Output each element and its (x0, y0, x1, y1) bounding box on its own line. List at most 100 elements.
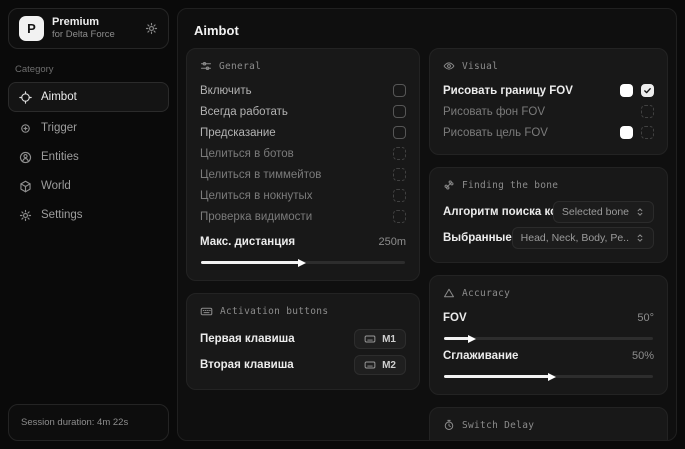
draw-fov-target-label: Рисовать цель FOV (443, 127, 548, 139)
bones-header-label: Finding the bone (462, 180, 558, 191)
keyboard-icon (364, 333, 376, 345)
keyboard-icon (200, 305, 213, 318)
app-name: Premium (52, 16, 137, 29)
max-distance-value: 250m (378, 236, 406, 248)
sidebar-item-settings[interactable]: Settings (8, 201, 169, 229)
draw-fov-target-checkbox[interactable] (641, 126, 654, 139)
sidebar-item-entities[interactable]: Entities (8, 143, 169, 171)
sidebar: P Premium for Delta Force Category Aimbo… (0, 0, 177, 449)
first-key-label: Первая клавиша (200, 333, 295, 345)
switch-delay-toggle-row: Задержка переключения (443, 439, 654, 441)
visual-card: Visual Рисовать границу FOV Рисоват (429, 48, 668, 155)
check-icon (643, 86, 652, 95)
setting-row-always-work: Всегда работать (200, 101, 406, 122)
selected-bones-row: Выбранные кос Head, Neck, Body, Pe.. (443, 225, 654, 251)
triangle-icon (443, 287, 455, 299)
world-icon (19, 180, 32, 193)
fov-slider[interactable] (444, 337, 653, 340)
smoothing-block: Сглаживание 50% (443, 345, 654, 378)
selected-bones-dropdown[interactable]: Head, Neck, Body, Pe.. (512, 227, 654, 249)
accuracy-header: Accuracy (443, 287, 654, 299)
sidebar-item-label: World (41, 180, 71, 192)
target-teammates-checkbox[interactable] (393, 168, 406, 181)
activation-header-label: Activation buttons (220, 306, 328, 317)
gear-icon[interactable] (145, 22, 158, 35)
switch-delay-card: Switch Delay Задержка переключения Задер… (429, 407, 668, 441)
smoothing-row: Сглаживание 50% (443, 345, 654, 366)
draw-fov-border-row: Рисовать границу FOV (443, 80, 654, 101)
general-card: General Включить Всегда работать Предска… (186, 48, 420, 281)
crosshair-icon (19, 91, 32, 104)
stopwatch-icon (443, 419, 455, 431)
fov-block: FOV 50° (443, 307, 654, 340)
fov-value: 50° (637, 312, 654, 324)
main-panel: Aimbot General Включить (177, 8, 677, 441)
sidebar-item-trigger[interactable]: Trigger (8, 114, 169, 142)
max-distance-block: Макс. дистанция 250m (200, 231, 406, 264)
setting-row-target-knocked: Целиться в нокнутых (200, 185, 406, 206)
target-bots-checkbox[interactable] (393, 147, 406, 160)
draw-fov-background-label: Рисовать фон FOV (443, 106, 545, 118)
bones-card: Finding the bone Алгоритм поиска кост Se… (429, 167, 668, 263)
max-distance-row: Макс. дистанция 250m (200, 231, 406, 252)
setting-row-enable: Включить (200, 80, 406, 101)
sidebar-item-label: Trigger (41, 122, 77, 134)
sidebar-item-world[interactable]: World (8, 172, 169, 200)
max-distance-slider[interactable] (201, 261, 405, 264)
setting-label: Включить (200, 85, 252, 97)
target-knocked-checkbox[interactable] (393, 189, 406, 202)
smoothing-value: 50% (632, 350, 654, 362)
eye-icon (443, 60, 455, 72)
app-logo: P (19, 16, 44, 41)
slider-fill (444, 375, 549, 378)
draw-fov-border-checkbox[interactable] (641, 84, 654, 97)
slider-fill (444, 337, 469, 340)
visibility-check-checkbox[interactable] (393, 210, 406, 223)
draw-fov-target-row: Рисовать цель FOV (443, 122, 654, 143)
always-work-checkbox[interactable] (393, 105, 406, 118)
fov-row: FOV 50° (443, 307, 654, 328)
sidebar-item-aimbot[interactable]: Aimbot (8, 82, 169, 112)
bones-header: Finding the bone (443, 179, 654, 191)
first-key-value: M1 (382, 334, 396, 345)
setting-row-visibility-check: Проверка видимости (200, 206, 406, 227)
keyboard-icon (364, 359, 376, 371)
second-key-label: Вторая клавиша (200, 359, 294, 371)
entities-icon (19, 151, 32, 164)
selected-bones-label: Выбранные кос (443, 232, 512, 244)
app-subtitle: for Delta Force (52, 29, 137, 40)
brand-card: P Premium for Delta Force (8, 8, 169, 49)
enable-checkbox[interactable] (393, 84, 406, 97)
first-key-row: Первая клавиша M1 (200, 326, 406, 352)
smoothing-label: Сглаживание (443, 350, 518, 362)
bone-algorithm-dropdown[interactable]: Selected bone (553, 201, 654, 223)
visual-header: Visual (443, 60, 654, 72)
slider-fill (201, 261, 299, 264)
prediction-checkbox[interactable] (393, 126, 406, 139)
setting-row-prediction: Предсказание (200, 122, 406, 143)
bone-algorithm-label: Алгоритм поиска кост (443, 206, 553, 218)
second-key-button[interactable]: M2 (354, 355, 406, 375)
fov-border-color-swatch[interactable] (620, 84, 633, 97)
session-duration-label: Session duration: 4m 22s (21, 417, 128, 428)
selected-bones-value: Head, Neck, Body, Pe.. (521, 232, 629, 244)
trigger-icon (19, 122, 32, 135)
setting-label: Предсказание (200, 127, 276, 139)
sidebar-item-label: Settings (41, 209, 83, 221)
draw-fov-background-checkbox[interactable] (641, 105, 654, 118)
visual-header-label: Visual (462, 61, 498, 72)
first-key-button[interactable]: M1 (354, 329, 406, 349)
sidebar-item-label: Entities (41, 151, 79, 163)
unfold-icon (635, 207, 645, 217)
switch-delay-header: Switch Delay (443, 419, 654, 431)
second-key-row: Вторая клавиша M2 (200, 352, 406, 378)
setting-label: Проверка видимости (200, 211, 312, 223)
setting-label: Целиться в ботов (200, 148, 294, 160)
category-label: Category (15, 64, 169, 75)
settings-gear-icon (19, 209, 32, 222)
fov-target-color-swatch[interactable] (620, 126, 633, 139)
max-distance-label: Макс. дистанция (200, 236, 295, 248)
smoothing-slider[interactable] (444, 375, 653, 378)
draw-fov-border-label: Рисовать границу FOV (443, 85, 573, 97)
accuracy-card: Accuracy FOV 50° Сглаживание 50% (429, 275, 668, 395)
